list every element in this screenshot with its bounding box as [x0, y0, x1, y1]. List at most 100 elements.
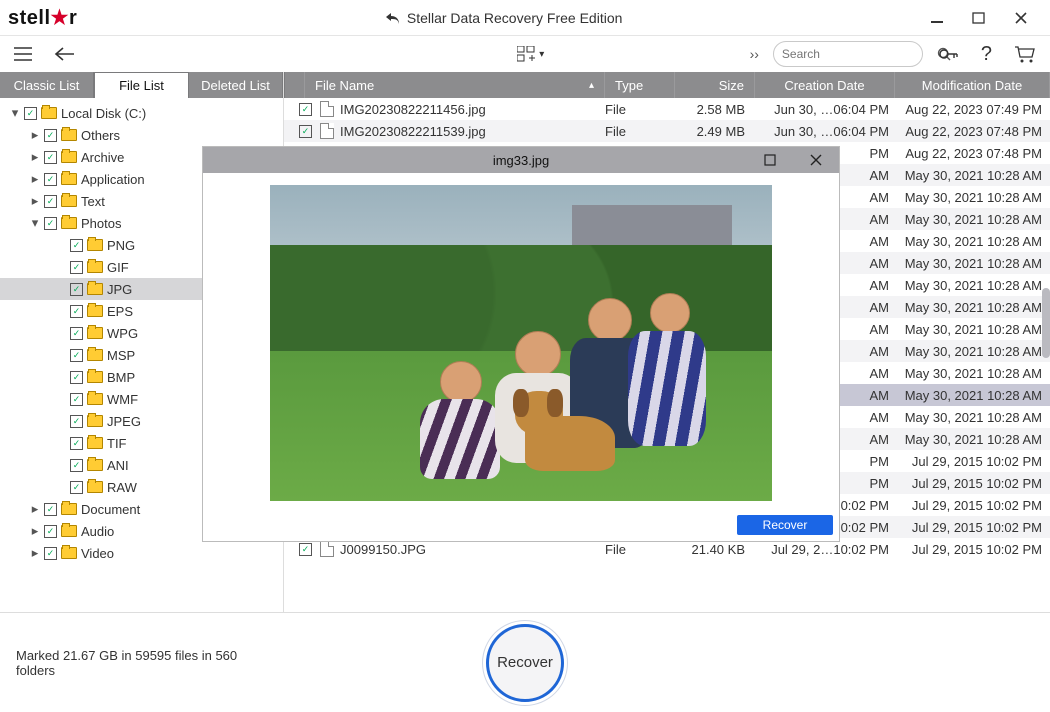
tree-label: Photos [81, 216, 121, 231]
disclosure-icon[interactable]: ▸ [30, 501, 40, 517]
close-button[interactable] [1014, 11, 1042, 25]
cell-modification: May 30, 2021 10:28 AM [895, 366, 1050, 381]
checkbox[interactable]: ✓ [70, 261, 83, 274]
folder-icon [61, 173, 77, 185]
checkbox[interactable]: ✓ [299, 103, 312, 116]
disclosure-icon[interactable] [56, 436, 66, 451]
cell-modification: May 30, 2021 10:28 AM [895, 212, 1050, 227]
checkbox[interactable]: ✓ [70, 239, 83, 252]
disclosure-icon[interactable]: ▸ [30, 171, 40, 187]
disclosure-icon[interactable] [56, 480, 66, 495]
key-icon[interactable] [933, 42, 965, 66]
maximize-button[interactable] [972, 11, 1000, 25]
disclosure-icon[interactable]: ▸ [30, 545, 40, 561]
preview-close-button[interactable] [793, 147, 839, 173]
cell-modification: May 30, 2021 10:28 AM [895, 190, 1050, 205]
checkbox[interactable]: ✓ [44, 173, 57, 186]
checkbox[interactable]: ✓ [70, 437, 83, 450]
vertical-scrollbar[interactable] [1042, 198, 1050, 668]
tree-label: MSP [107, 348, 135, 363]
checkbox[interactable]: ✓ [44, 525, 57, 538]
checkbox[interactable]: ✓ [70, 481, 83, 494]
sidebar-tab-file-list[interactable]: File List [94, 72, 189, 98]
view-grid-icon[interactable]: ▾ [511, 42, 550, 66]
menu-icon[interactable] [8, 43, 38, 65]
search-input[interactable] [773, 41, 923, 67]
disclosure-icon[interactable]: ▸ [30, 127, 40, 143]
folder-icon [61, 151, 77, 163]
disclosure-icon[interactable] [56, 458, 66, 473]
checkbox[interactable]: ✓ [44, 547, 57, 560]
disclosure-icon[interactable] [56, 260, 66, 275]
checkbox[interactable]: ✓ [44, 217, 57, 230]
disclosure-icon[interactable] [56, 392, 66, 407]
checkbox[interactable]: ✓ [44, 195, 57, 208]
col-creation[interactable]: Creation Date [755, 72, 895, 98]
table-row[interactable]: ✓IMG20230822211539.jpgFile2.49 MBJun 30,… [284, 120, 1050, 142]
file-name: IMG20230822211539.jpg [340, 124, 486, 139]
col-size[interactable]: Size [675, 72, 755, 98]
disclosure-icon[interactable] [56, 348, 66, 363]
folder-icon [61, 195, 77, 207]
col-modification[interactable]: Modification Date [895, 72, 1050, 98]
folder-icon [61, 503, 77, 515]
checkbox[interactable]: ✓ [70, 393, 83, 406]
col-filename[interactable]: File Name▴ [305, 72, 605, 98]
disclosure-icon[interactable] [56, 238, 66, 253]
tree-label: Text [81, 194, 105, 209]
disclosure-icon[interactable]: ▸ [30, 193, 40, 209]
sidebar-tab-classic-list[interactable]: Classic List [0, 72, 94, 98]
disclosure-icon[interactable] [56, 304, 66, 319]
sidebar-tab-deleted-list[interactable]: Deleted List [189, 72, 283, 98]
disclosure-icon[interactable]: ▾ [30, 215, 40, 231]
checkbox[interactable]: ✓ [44, 151, 57, 164]
tree-node-video[interactable]: ▸ ✓ Video [0, 542, 283, 564]
checkbox[interactable]: ✓ [24, 107, 37, 120]
recover-button[interactable]: Recover [486, 624, 564, 702]
cell-modification: Jul 29, 2015 10:02 PM [895, 476, 1050, 491]
cell-modification: May 30, 2021 10:28 AM [895, 300, 1050, 315]
tree-node-others[interactable]: ▸✓Others [0, 124, 283, 146]
checkbox[interactable]: ✓ [70, 305, 83, 318]
disclosure-icon[interactable]: ▸ [30, 149, 40, 165]
tree-label: Video [81, 546, 114, 561]
cell-modification: May 30, 2021 10:28 AM [895, 388, 1050, 403]
checkbox[interactable]: ✓ [299, 543, 312, 556]
back-button[interactable] [48, 43, 82, 65]
preview-recover-button[interactable]: Recover [737, 515, 833, 535]
disclosure-icon[interactable] [56, 370, 66, 385]
checkbox[interactable]: ✓ [70, 327, 83, 340]
checkbox[interactable]: ✓ [44, 503, 57, 516]
preview-title: img33.jpg [493, 153, 549, 168]
disclosure-icon[interactable] [56, 326, 66, 341]
checkbox[interactable]: ✓ [70, 459, 83, 472]
cell-modification: May 30, 2021 10:28 AM [895, 322, 1050, 337]
checkbox[interactable]: ✓ [70, 349, 83, 362]
cart-icon[interactable] [1008, 41, 1042, 67]
file-icon [320, 123, 334, 139]
tree-label: BMP [107, 370, 135, 385]
table-row[interactable]: ✓IMG20230822211456.jpgFile2.58 MBJun 30,… [284, 98, 1050, 120]
tree-label: JPG [107, 282, 132, 297]
checkbox[interactable]: ✓ [70, 415, 83, 428]
disclosure-icon[interactable] [56, 282, 66, 297]
help-icon[interactable]: ? [975, 39, 998, 70]
col-type[interactable]: Type [605, 72, 675, 98]
table-row[interactable]: ✓J0099150.JPGFile21.40 KBJul 29, 2…10:02… [284, 538, 1050, 560]
checkbox[interactable]: ✓ [299, 125, 312, 138]
checkbox[interactable]: ✓ [44, 129, 57, 142]
cell-type: File [605, 102, 675, 117]
folder-icon [87, 481, 103, 493]
preview-maximize-button[interactable] [747, 147, 793, 173]
minimize-button[interactable] [930, 11, 958, 25]
disclosure-icon[interactable]: ▸ [30, 523, 40, 539]
file-name: J0099150.JPG [340, 542, 426, 557]
disclosure-icon[interactable]: ▾ [10, 105, 20, 121]
checkbox[interactable]: ✓ [70, 371, 83, 384]
undo-icon [385, 11, 401, 25]
cell-modification: May 30, 2021 10:28 AM [895, 344, 1050, 359]
checkbox[interactable]: ✓ [70, 283, 83, 296]
cell-modification: May 30, 2021 10:28 AM [895, 278, 1050, 293]
disclosure-icon[interactable] [56, 414, 66, 429]
tree-node-local-disk-c-[interactable]: ▾✓Local Disk (C:) [0, 102, 283, 124]
